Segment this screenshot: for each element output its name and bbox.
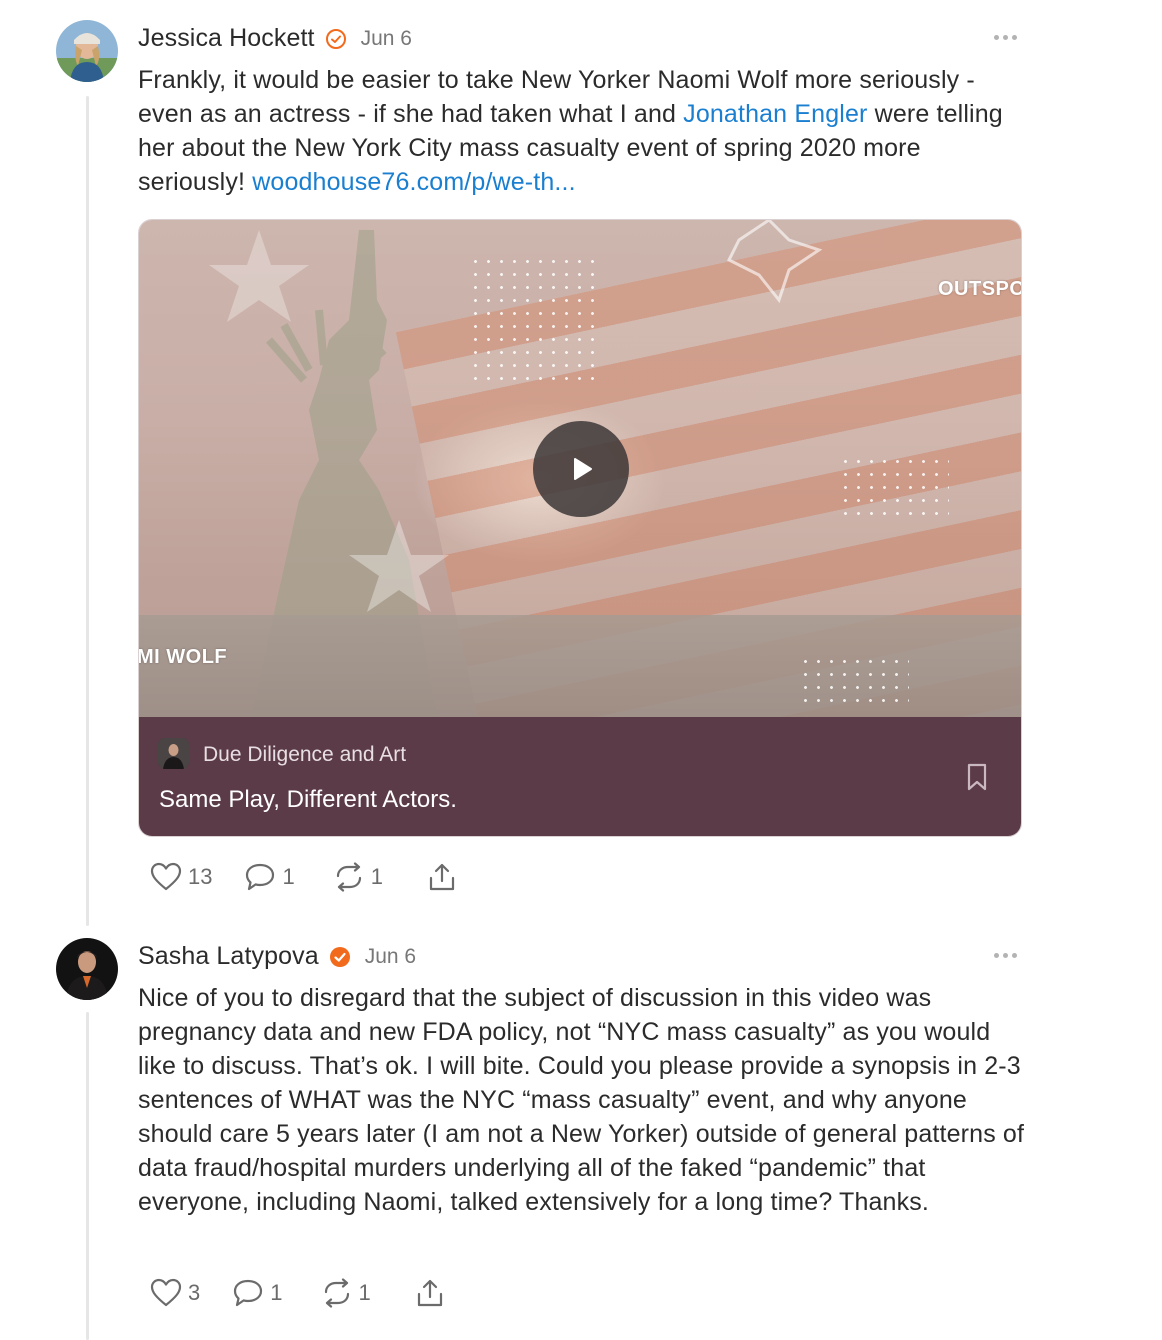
- dot-grid: [839, 455, 949, 525]
- dot-grid: [799, 655, 909, 710]
- overlay-text: MI WOLF: [139, 646, 228, 668]
- restack-icon: [324, 1278, 349, 1308]
- comment-button[interactable]: 1: [244, 862, 295, 892]
- like-count: 13: [188, 864, 213, 889]
- avatar[interactable]: [56, 20, 118, 82]
- url-link[interactable]: woodhouse76.com/p/we-th...: [252, 168, 576, 196]
- more-options-icon[interactable]: [994, 35, 1017, 40]
- post-actions: 13 1 1: [150, 862, 457, 892]
- like-count: 3: [188, 1280, 201, 1305]
- play-icon: [574, 458, 592, 480]
- comment-icon: [246, 863, 275, 891]
- video-thumbnail[interactable]: MI WOLF OUTSPO: [139, 220, 1022, 717]
- heart-icon: [150, 862, 182, 891]
- post-header: Sasha Latypova Jun 6: [138, 942, 416, 971]
- restack-button[interactable]: 1: [333, 862, 383, 892]
- thread-line: [86, 1012, 89, 1340]
- overlay-text: OUTSPO: [938, 278, 1022, 300]
- post-body: Nice of you to disregard that the subjec…: [138, 984, 1025, 1216]
- verified-badge-icon: [325, 28, 347, 50]
- card-footer[interactable]: Due Diligence and Art Same Play, Differe…: [139, 717, 1021, 836]
- video-embed-card[interactable]: MI WOLF OUTSPO Due Diligence and Art Sam…: [138, 219, 1022, 837]
- restack-count: 1: [370, 864, 383, 889]
- restack-count: 1: [358, 1280, 371, 1305]
- play-button[interactable]: [533, 421, 629, 517]
- post-date[interactable]: Jun 6: [365, 945, 416, 969]
- bookmark-icon[interactable]: [966, 763, 988, 796]
- share-button[interactable]: [415, 1278, 445, 1308]
- publication-name[interactable]: Due Diligence and Art: [203, 743, 406, 767]
- share-button[interactable]: [427, 862, 457, 892]
- like-button[interactable]: 3: [150, 1278, 200, 1308]
- video-title[interactable]: Same Play, Different Actors.: [159, 786, 457, 814]
- thread-line: [86, 96, 89, 926]
- like-button[interactable]: 13: [150, 862, 212, 892]
- author-name[interactable]: Jessica Hockett: [138, 24, 315, 53]
- dot-grid: [469, 255, 594, 380]
- comment-button[interactable]: 1: [232, 1278, 283, 1308]
- more-options-icon[interactable]: [994, 953, 1017, 958]
- comment-count: 1: [282, 864, 295, 889]
- restack-icon: [336, 862, 361, 892]
- post-date[interactable]: Jun 6: [361, 27, 412, 51]
- post-body: Frankly, it would be easier to take New …: [138, 63, 1028, 199]
- share-icon: [417, 1279, 442, 1307]
- comment-icon: [234, 1279, 263, 1307]
- author-name[interactable]: Sasha Latypova: [138, 942, 319, 971]
- restack-button[interactable]: 1: [321, 1278, 371, 1308]
- avatar[interactable]: [56, 938, 118, 1000]
- verified-badge-icon: [329, 946, 351, 968]
- mention-link[interactable]: Jonathan Engler: [683, 100, 867, 128]
- share-icon: [429, 863, 455, 891]
- post-actions: 3 1 1: [150, 1278, 445, 1308]
- heart-icon: [150, 1278, 182, 1307]
- comment-count: 1: [270, 1280, 283, 1305]
- publication-avatar: [158, 738, 189, 769]
- post-header: Jessica Hockett Jun 6: [138, 24, 412, 53]
